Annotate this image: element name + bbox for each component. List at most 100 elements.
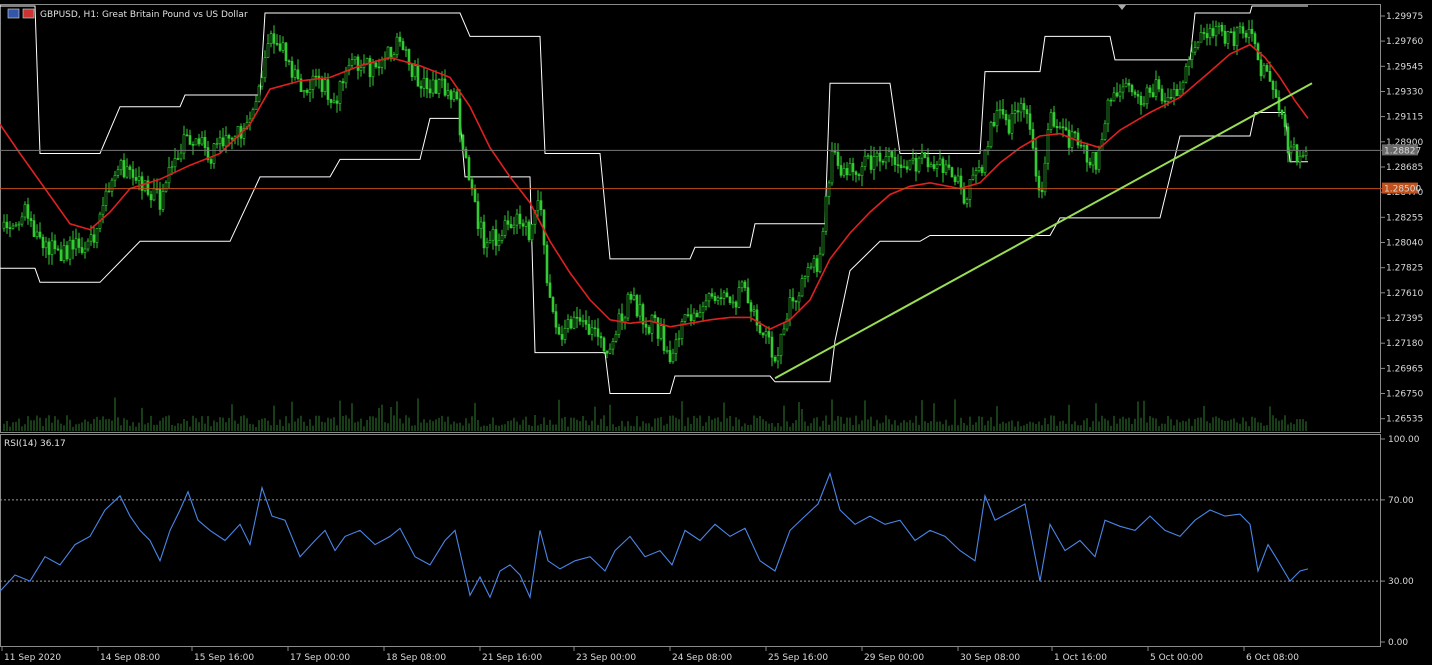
candle-body (1145, 87, 1149, 105)
candle-body (911, 157, 915, 161)
candle-body (398, 36, 402, 42)
description-label: Great Britain Pound vs US Dollar (102, 10, 248, 20)
candle-body (617, 313, 621, 335)
candle-body (293, 69, 297, 78)
candle (983, 149, 987, 176)
price-tick-label: 1.28685 (1386, 163, 1423, 173)
candle-body (965, 199, 969, 204)
candle-body (752, 309, 756, 312)
candle-body (626, 293, 630, 319)
candle-body (575, 316, 579, 319)
candle-body (791, 297, 795, 302)
candle-body (335, 100, 339, 104)
candle-body (431, 79, 435, 94)
candle-body (56, 248, 60, 251)
candle-body (1217, 24, 1221, 27)
candle-body (905, 166, 909, 170)
candle-body (953, 176, 957, 183)
candle-body (767, 331, 771, 338)
candle-body (1211, 28, 1215, 37)
candle-body (1265, 65, 1269, 72)
candle-body (554, 311, 558, 328)
candle-body (701, 305, 705, 313)
candle-body (1085, 145, 1089, 163)
candle-body (944, 164, 948, 173)
candle-body (581, 320, 585, 322)
candle-body (5, 221, 9, 229)
candle-body (260, 77, 264, 87)
candle-body (494, 229, 498, 246)
candle-body (545, 244, 549, 284)
chart-canvas[interactable]: 1.299751.297601.295451.293301.291151.289… (0, 0, 1432, 665)
candle-body (521, 223, 525, 227)
candle-body (356, 56, 360, 71)
candle-body (551, 297, 555, 312)
candle-body (794, 300, 798, 303)
time-tick-label: 23 Sep 00:00 (576, 653, 636, 663)
candle-body (473, 188, 477, 202)
candle-body (1088, 161, 1092, 166)
candle-body (1154, 79, 1158, 97)
time-tick-label: 21 Sep 16:00 (482, 653, 542, 663)
candle-body (635, 295, 639, 317)
candle-body (395, 36, 399, 55)
candle (635, 293, 639, 318)
candle-body (662, 325, 666, 351)
candle-body (287, 60, 291, 63)
candle-body (1205, 33, 1209, 39)
candle-body (263, 57, 267, 79)
candle-body (254, 101, 258, 110)
candle-body (368, 58, 372, 78)
candle-body (434, 79, 438, 94)
candle-body (899, 164, 903, 168)
candle-body (1274, 89, 1278, 98)
candle-body (281, 42, 285, 51)
candle-body (644, 323, 648, 328)
rsi-label: RSI(14) (4, 439, 37, 449)
price-tick-label: 1.29115 (1386, 113, 1423, 123)
candle-body (842, 168, 846, 176)
candle-body (1262, 65, 1266, 77)
candle-body (881, 161, 885, 163)
candle-body (683, 314, 687, 322)
candle-body (779, 333, 783, 356)
candle-body (416, 65, 420, 87)
candle-body (188, 135, 192, 145)
candle (626, 292, 630, 322)
candle-body (875, 152, 879, 157)
candle-body (1241, 26, 1245, 34)
candle-body (941, 158, 945, 173)
candle-body (968, 179, 972, 200)
candle-body (296, 69, 300, 80)
candle-body (917, 157, 921, 172)
price-tick-label: 1.28040 (1386, 239, 1423, 249)
candle-body (1097, 150, 1101, 170)
candle-body (725, 292, 729, 298)
candle-body (305, 90, 309, 93)
candle-body (275, 43, 279, 45)
candle-body (32, 220, 36, 237)
candle-body (716, 297, 720, 301)
candle-body (845, 168, 849, 176)
candle-body (257, 85, 261, 102)
candle (194, 138, 198, 146)
price-tick-label: 1.27825 (1386, 264, 1423, 274)
candle-body (1049, 112, 1053, 131)
candle-body (1112, 92, 1116, 102)
candle-body (1007, 119, 1011, 134)
candle-body (800, 278, 804, 297)
candle-body (1172, 89, 1176, 99)
candle-body (821, 231, 825, 255)
candle-body (266, 43, 270, 58)
candle-body (20, 216, 24, 225)
time-tick-label: 24 Sep 08:00 (672, 653, 732, 663)
time-tick-label: 1 Oct 16:00 (1054, 653, 1107, 663)
candle-body (314, 75, 318, 78)
candle-body (491, 229, 495, 241)
candle (545, 241, 549, 287)
candle-body (566, 319, 570, 329)
candle-body (1178, 88, 1182, 97)
candle-body (872, 156, 876, 170)
rsi-tick-label: 70.00 (1388, 496, 1414, 506)
candle-body (1238, 26, 1242, 29)
